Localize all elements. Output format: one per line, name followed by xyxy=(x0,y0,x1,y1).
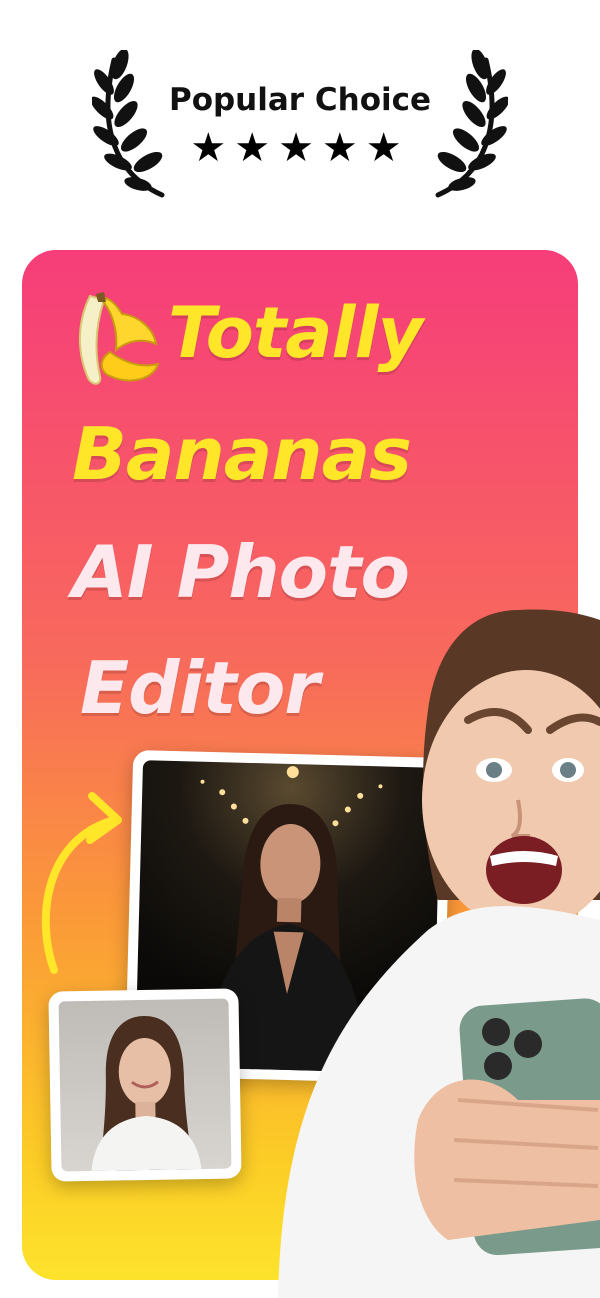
original-photo-frame xyxy=(48,988,242,1182)
banana-icon xyxy=(79,292,160,385)
headline-line-2: Bananas xyxy=(72,412,412,496)
excited-woman-with-phone xyxy=(278,609,600,1298)
original-photo xyxy=(58,998,232,1172)
headline-line-1: Totally xyxy=(168,292,423,374)
